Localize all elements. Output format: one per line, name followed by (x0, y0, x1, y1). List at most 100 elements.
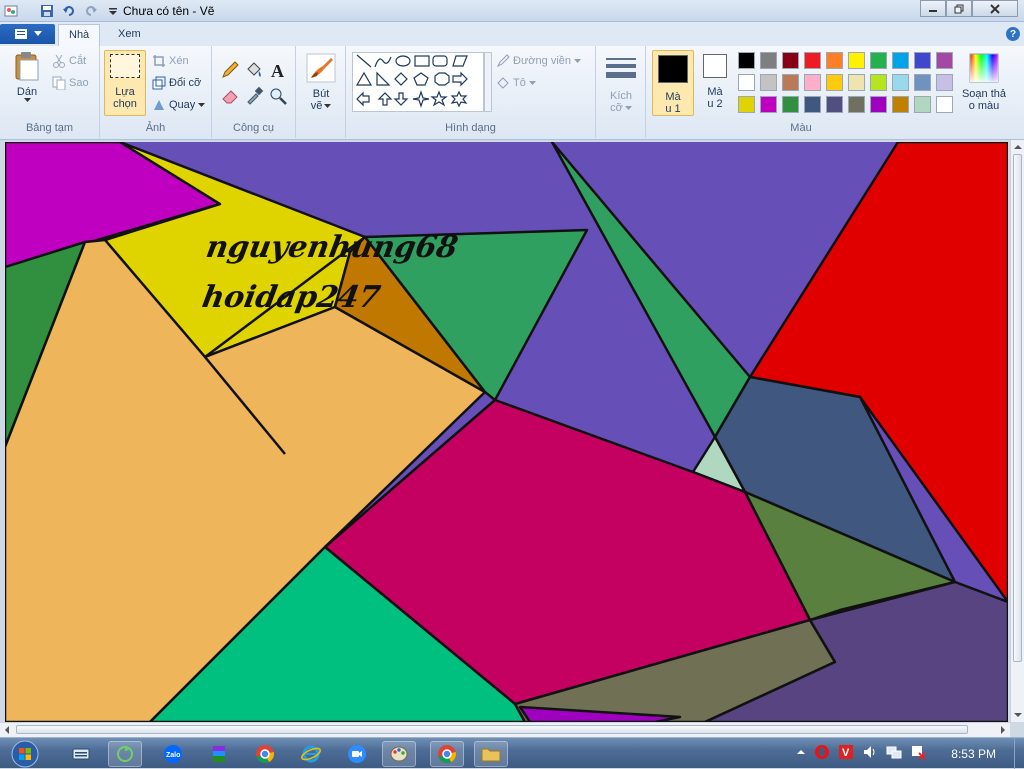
size-button[interactable]: Kích cỡ (604, 54, 638, 114)
shape-fill-button[interactable]: Tô (496, 76, 536, 90)
eraser-icon (222, 90, 238, 104)
tools-group-label: Công cụ (233, 122, 274, 134)
antivirus-icon[interactable]: V (838, 744, 854, 760)
taskbar-winrar[interactable] (202, 741, 236, 767)
fill-tool[interactable] (244, 60, 264, 80)
rotate-button[interactable]: Quay (152, 98, 206, 112)
customize-toolbar-icon[interactable] (104, 2, 122, 20)
palette-swatch[interactable] (848, 74, 865, 91)
vertical-scrollbar[interactable] (1010, 140, 1024, 722)
brushes-button[interactable]: Bút vẽ (302, 52, 340, 112)
palette-swatch[interactable] (738, 96, 755, 113)
palette-swatch[interactable] (870, 96, 887, 113)
palette-swatch[interactable] (870, 52, 887, 69)
eraser-tool[interactable] (220, 86, 240, 106)
shape-outline-button[interactable]: Đường viền (496, 54, 581, 68)
start-button[interactable] (4, 740, 46, 768)
close-button[interactable] (972, 0, 1018, 17)
taskbar-keyboard[interactable] (64, 741, 98, 767)
redo-icon[interactable] (82, 2, 100, 20)
scroll-right-arrow-icon[interactable] (998, 724, 1008, 736)
horizontal-scrollbar[interactable] (0, 722, 1010, 737)
taskbar-chrome[interactable] (248, 741, 282, 767)
copy-button[interactable]: Sao (52, 76, 89, 90)
palette-swatch[interactable] (804, 52, 821, 69)
taskbar-paint[interactable] (382, 741, 416, 767)
palette-swatch[interactable] (782, 52, 799, 69)
opera-icon[interactable] (814, 744, 830, 760)
text-tool[interactable]: A (268, 60, 288, 80)
taskbar-zoom[interactable] (340, 741, 374, 767)
palette-swatch[interactable] (782, 96, 799, 113)
speaker-icon[interactable] (862, 744, 878, 760)
taskbar-chrome-2[interactable] (430, 741, 464, 767)
palette-swatch[interactable] (914, 96, 931, 113)
palette-swatch[interactable] (760, 52, 777, 69)
edit-colors-button[interactable]: Soạn thả o màu (958, 52, 1010, 112)
palette-swatch[interactable] (826, 96, 843, 113)
palette-swatch[interactable] (848, 96, 865, 113)
taskbar-ie[interactable] (294, 741, 328, 767)
palette-swatch[interactable] (760, 74, 777, 91)
palette-swatch[interactable] (826, 52, 843, 69)
cut-button[interactable]: Cắt (52, 54, 86, 68)
palette-swatch[interactable] (870, 74, 887, 91)
scroll-down-arrow-icon[interactable] (1012, 710, 1024, 720)
paint-app-icon[interactable] (2, 2, 20, 20)
color-picker-tool[interactable] (244, 86, 264, 106)
help-icon[interactable]: ? (1006, 27, 1020, 41)
paste-button[interactable]: Dán (8, 50, 46, 103)
scroll-left-arrow-icon[interactable] (2, 724, 12, 736)
palette-swatch[interactable] (892, 96, 909, 113)
palette-swatch[interactable] (892, 74, 909, 91)
magnifier-tool[interactable] (268, 86, 288, 106)
file-menu-button[interactable] (0, 24, 55, 44)
color2-button[interactable]: Mà u 2 (698, 54, 732, 110)
taskbar-app-1[interactable] (108, 741, 142, 767)
save-icon[interactable] (38, 2, 56, 20)
chevron-down-icon (574, 58, 581, 63)
palette-swatch[interactable] (936, 52, 953, 69)
show-desktop-button[interactable] (1014, 738, 1024, 769)
palette-swatch[interactable] (848, 52, 865, 69)
taskbar: Zalo V 8:53 PM (0, 737, 1024, 769)
palette-swatch[interactable] (936, 96, 953, 113)
crop-button[interactable]: Xén (152, 54, 189, 68)
vertical-scroll-thumb[interactable] (1013, 154, 1022, 662)
action-center-icon[interactable] (910, 744, 926, 760)
taskbar-zalo[interactable]: Zalo (156, 741, 190, 767)
line-width-icon (606, 58, 636, 78)
color1-button[interactable]: Mà u 1 (652, 50, 694, 116)
shapes-group-label: Hình dạng (445, 122, 496, 134)
palette-swatch[interactable] (782, 74, 799, 91)
taskbar-explorer[interactable] (474, 741, 508, 767)
palette-swatch[interactable] (892, 52, 909, 69)
tab-view[interactable]: Xem (108, 24, 151, 46)
tray-expand-icon[interactable] (796, 747, 806, 757)
palette-swatch[interactable] (760, 96, 777, 113)
select-button[interactable]: Lựa chọn (104, 50, 146, 116)
undo-icon[interactable] (60, 2, 78, 20)
palette-swatch[interactable] (804, 96, 821, 113)
palette-swatch[interactable] (738, 74, 755, 91)
shapes-scroll[interactable] (484, 52, 492, 112)
drawing-canvas[interactable]: nguyenhung68 hoidap247 (5, 142, 1008, 722)
palette-swatch[interactable] (804, 74, 821, 91)
resize-button[interactable]: Đổi cỡ (152, 76, 201, 90)
maximize-button[interactable] (946, 0, 972, 17)
shapes-gallery[interactable] (352, 52, 484, 112)
palette-swatch[interactable] (936, 74, 953, 91)
pencil-tool[interactable] (220, 60, 240, 80)
palette-swatch[interactable] (738, 52, 755, 69)
magnifier-icon (270, 88, 287, 105)
network-icon[interactable] (886, 744, 902, 760)
minimize-button[interactable] (920, 0, 946, 17)
chevron-down-icon (33, 31, 42, 36)
palette-swatch[interactable] (914, 74, 931, 91)
palette-swatch[interactable] (914, 52, 931, 69)
scroll-up-arrow-icon[interactable] (1012, 142, 1024, 152)
taskbar-clock[interactable]: 8:53 PM (951, 747, 996, 761)
palette-swatch[interactable] (826, 74, 843, 91)
horizontal-scroll-thumb[interactable] (16, 725, 968, 734)
tab-home[interactable]: Nhà (58, 24, 101, 46)
